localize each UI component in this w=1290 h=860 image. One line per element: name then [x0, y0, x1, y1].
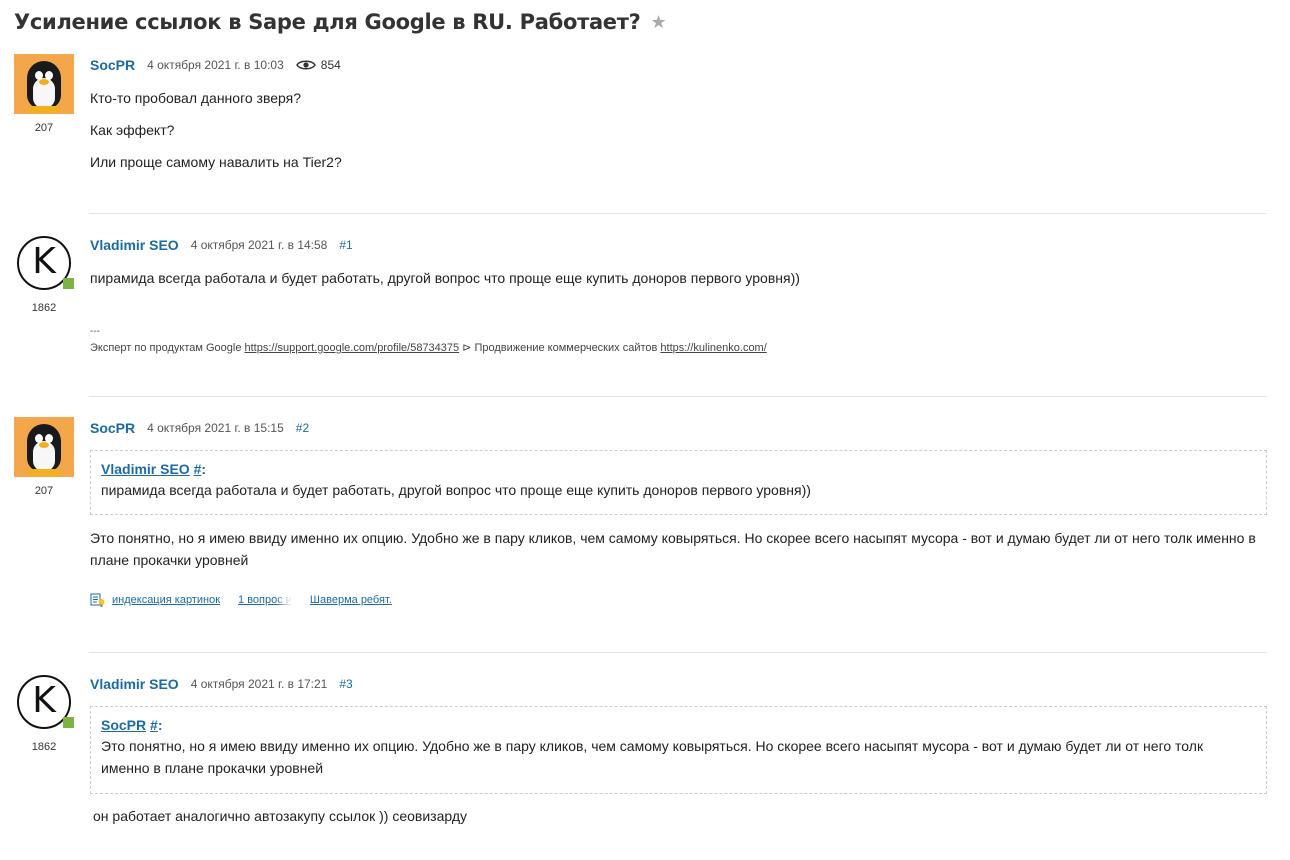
post-header: Vladimir SEO 4 октября 2021 г. в 17:21 #…: [90, 676, 353, 692]
author-panel: 207: [14, 54, 74, 134]
quote-text: Это понятно, но я имею ввиду именно их о…: [101, 738, 1204, 776]
post-paragraph: Как эффект?: [90, 122, 175, 138]
tag-link[interactable]: Шаверма ребят.: [310, 594, 392, 606]
reputation-count: 207: [34, 122, 54, 134]
post-number-link[interactable]: #3: [339, 677, 352, 691]
post-body: Кто-то пробовал данного зверя? Как эффек…: [90, 87, 342, 183]
post-author[interactable]: SocPR: [90, 57, 135, 73]
signature-text: ⊳ Продвижение коммерческих сайтов: [459, 342, 661, 354]
post-divider: [89, 213, 1267, 214]
post-date[interactable]: 4 октября 2021 г. в 17:21: [191, 677, 328, 691]
post-header: SocPR 4 октября 2021 г. в 15:15 #2: [90, 420, 309, 436]
quote-block: SocPR #: Это понятно, но я имею ввиду им…: [90, 706, 1267, 794]
post-date[interactable]: 4 октября 2021 г. в 10:03: [147, 58, 284, 72]
view-count: 854: [320, 58, 341, 72]
post-body: пирамида всегда работала и будет работат…: [90, 270, 800, 286]
post-header: SocPR 4 октября 2021 г. в 10:03 854: [90, 57, 341, 73]
author-panel: 207: [14, 417, 74, 497]
topic-title: Усиление ссылок в Sape для Google в RU. …: [14, 10, 641, 34]
signature-link[interactable]: https://kulinenko.com/: [660, 342, 766, 354]
post-body: Это понятно, но я имею ввиду именно их о…: [90, 530, 1256, 568]
topic-header: Усиление ссылок в Sape для Google в RU. …: [14, 10, 667, 34]
eye-icon: [295, 60, 316, 70]
post-number-link[interactable]: #1: [339, 238, 352, 252]
avatar[interactable]: K: [14, 234, 74, 294]
author-panel: K 1862: [14, 673, 74, 753]
signature-separator: ---: [90, 326, 100, 337]
post-date[interactable]: 4 октября 2021 г. в 14:58: [191, 238, 328, 252]
quote-block: Vladimir SEO #: пирамида всегда работала…: [90, 450, 1267, 515]
avatar[interactable]: [14, 417, 74, 477]
post-body: он работает аналогично автозакупу ссылок…: [93, 808, 468, 824]
quote-colon: :: [201, 461, 207, 477]
tag-links: индексация картинок 1 вопрос и Шаверма р…: [90, 592, 410, 608]
reputation-count: 207: [34, 485, 54, 497]
post-date[interactable]: 4 октября 2021 г. в 15:15: [147, 421, 284, 435]
quote-source-link[interactable]: #: [150, 717, 158, 733]
post-header: Vladimir SEO 4 октября 2021 г. в 14:58 #…: [90, 237, 353, 253]
signature-text: Эксперт по продуктам Google: [90, 342, 245, 354]
signature: Эксперт по продуктам Google https://supp…: [90, 341, 767, 354]
post-paragraph: Кто-то пробовал данного зверя?: [90, 90, 302, 106]
avatar[interactable]: [14, 54, 74, 114]
signature-link[interactable]: https://support.google.com/profile/58734…: [245, 342, 460, 354]
quote-header: Vladimir SEO #:: [101, 461, 1256, 477]
post-author[interactable]: Vladimir SEO: [90, 676, 179, 692]
view-counter: 854: [295, 58, 341, 72]
tag-link[interactable]: 1 вопрос и: [238, 594, 292, 606]
online-indicator: [63, 278, 74, 289]
quote-author-link[interactable]: Vladimir SEO: [101, 461, 190, 477]
post-number-link[interactable]: #2: [296, 421, 309, 435]
quote-header: SocPR #:: [101, 717, 1256, 733]
author-panel: K 1862: [14, 234, 74, 314]
quote-text: пирамида всегда работала и будет работат…: [101, 482, 811, 498]
post-divider: [89, 652, 1267, 653]
reputation-count: 1862: [31, 302, 57, 314]
reputation-count: 1862: [31, 741, 57, 753]
post-paragraph: Или проще самому навалить на Tier2?: [90, 154, 342, 170]
post-author[interactable]: SocPR: [90, 420, 135, 436]
post-author[interactable]: Vladimir SEO: [90, 237, 179, 253]
quote-colon: :: [157, 717, 163, 733]
idea-list-icon: [90, 593, 105, 607]
tag-link[interactable]: индексация картинок: [112, 594, 220, 606]
online-indicator: [63, 717, 74, 728]
avatar[interactable]: K: [14, 673, 74, 733]
quote-author-link[interactable]: SocPR: [101, 717, 146, 733]
post-divider: [89, 396, 1267, 397]
star-icon[interactable]: ★: [651, 13, 667, 31]
